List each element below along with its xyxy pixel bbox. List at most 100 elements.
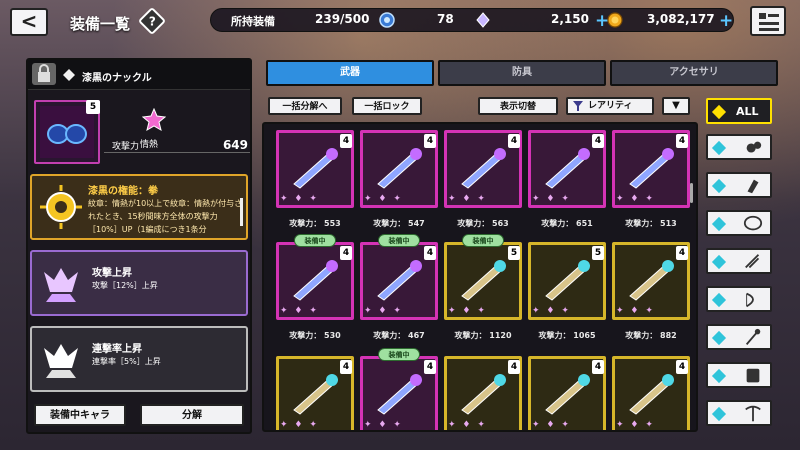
filter-pickaxe-button[interactable]: [706, 400, 772, 426]
grid-scrollbar[interactable]: [690, 183, 693, 203]
crystal-currency-value: 2,150: [551, 12, 589, 26]
equipment-level-badge: 4: [676, 246, 688, 260]
passion-emblem-icon: [142, 108, 166, 132]
bulk-disassemble-button[interactable]: 一括分解へ: [268, 97, 342, 115]
equipment-card[interactable]: 4 ✦ ♦ ✦: [528, 130, 606, 208]
equipment-level-badge: 4: [508, 134, 520, 148]
emblem-icons: ✦ ♦ ✦: [280, 194, 319, 204]
skill-title: 漆黒の権能：拳: [88, 186, 158, 197]
skill-card-combo-up[interactable]: 連撃率上昇 連撃率［5%］上昇: [30, 326, 248, 392]
item-detail-header: 漆黒のナックル: [28, 60, 250, 90]
skill-description: 紋章：情熱が10以上で紋章：情熱が付与されたとき、15秒間味方全体の攻撃力［10…: [88, 199, 243, 234]
menu-button[interactable]: [750, 6, 786, 36]
filter-knuckle-button[interactable]: [706, 134, 772, 160]
crystal-currency-icon: [476, 12, 490, 28]
equipped-character-button[interactable]: 装備中キャラ: [34, 404, 126, 426]
equipment-card[interactable]: 4 ✦ ♦ ✦: [612, 130, 690, 208]
skill-card-primary[interactable]: 漆黒の権能：拳 紋章：情熱が10以上で紋章：情熱が付与されたとき、15秒間味方全…: [30, 174, 248, 240]
weapon-icon: [545, 374, 590, 415]
weapon-icon: [545, 260, 590, 301]
equipment-attack-value: 攻撃力： 563: [457, 219, 509, 228]
back-button[interactable]: <: [10, 8, 48, 36]
sort-order-button[interactable]: ▼: [662, 97, 690, 115]
skill-description: 連撃率［5%］上昇: [92, 357, 161, 366]
equipment-card[interactable]: 4 ✦ ♦ ✦ 装備中: [360, 234, 438, 320]
equipment-card[interactable]: 4 ✦ ♦ ✦: [444, 356, 522, 430]
diamond-icon: [711, 254, 727, 270]
equipment-card[interactable]: 4 ✦ ♦ ✦ 装備中: [276, 234, 354, 320]
equipped-badge: 装備中: [378, 348, 420, 361]
filter-staff-button[interactable]: [706, 324, 772, 350]
emblem-icons: ✦ ♦ ✦: [532, 194, 571, 204]
sort-select[interactable]: レアリティ: [566, 97, 654, 115]
help-icon-glyph: ?: [148, 14, 156, 28]
equipment-attack-value: 攻撃力： 467: [373, 331, 425, 340]
weapon-icon: [545, 148, 590, 189]
crown-pedestal-icon: [44, 344, 78, 378]
skill-card-attack-up[interactable]: 攻撃上昇 攻撃［12%］上昇: [30, 250, 248, 316]
knuckle-icon: [47, 124, 87, 144]
equipment-card[interactable]: 4 ✦ ♦ ✦: [612, 356, 690, 430]
filter-all-label: ALL: [736, 105, 759, 118]
equipment-card[interactable]: 4 ✦ ♦ ✦ 装備中: [360, 348, 438, 430]
emblem-icons: ✦ ♦ ✦: [616, 306, 655, 316]
shield-icon: [743, 215, 763, 231]
bulk-lock-button[interactable]: 一括ロック: [352, 97, 422, 115]
equipment-card[interactable]: 5 ✦ ♦ ✦ 装備中: [444, 234, 522, 320]
equipment-level-badge: 4: [424, 134, 436, 148]
filter-bow-button[interactable]: [706, 286, 772, 312]
gold-coin-value: 3,082,177: [647, 12, 715, 26]
bow-icon: [746, 292, 754, 308]
equipment-attack-value: 攻撃力： 1065: [538, 331, 596, 340]
attack-row: 攻撃力 649: [104, 138, 250, 152]
disassemble-button[interactable]: 分解: [140, 404, 244, 426]
equipment-card[interactable]: 4 ✦ ♦ ✦: [444, 130, 522, 208]
tab-weapon[interactable]: 武器: [266, 60, 434, 86]
weapon-icon: [293, 148, 338, 189]
orb-currency-value: 78: [437, 12, 454, 26]
attack-value: 649: [222, 138, 248, 152]
item-thumbnail: 5: [34, 100, 100, 164]
weapon-icon: [461, 374, 506, 415]
tab-accessory[interactable]: アクセサリ: [610, 60, 778, 86]
equipment-level-badge: 4: [340, 360, 352, 374]
filter-tome-button[interactable]: [706, 362, 772, 388]
filter-shield-button[interactable]: [706, 210, 772, 236]
skill-scrollbar[interactable]: [240, 198, 243, 226]
diamond-icon: [711, 104, 727, 120]
diamond-icon: [711, 330, 727, 346]
resource-bar: 所持装備 239/500 78 2,150 + 3,082,177 +: [210, 8, 734, 32]
lock-glyph: [38, 64, 50, 82]
gold-add-button[interactable]: +: [719, 11, 733, 31]
equipment-card[interactable]: 5 ✦ ♦ ✦: [528, 242, 606, 320]
skill-title: 連撃率上昇: [92, 344, 142, 355]
sun-emblem-icon: [40, 185, 82, 229]
emblem-icons: ✦ ♦ ✦: [364, 306, 403, 316]
equipment-card[interactable]: 4 ✦ ♦ ✦: [360, 130, 438, 208]
equipment-card[interactable]: 4 ✦ ♦ ✦: [276, 130, 354, 208]
crown-pedestal-icon: [44, 268, 78, 302]
equipment-attack-value: 攻撃力： 513: [625, 219, 677, 228]
knuckle-icon: [746, 141, 762, 153]
equipment-card[interactable]: 4 ✦ ♦ ✦: [528, 356, 606, 430]
weapon-icon: [377, 260, 422, 301]
lock-icon[interactable]: [32, 63, 56, 85]
equipment-level-badge: 4: [424, 246, 436, 260]
filter-claw-button[interactable]: [706, 248, 772, 274]
equipped-badge: 装備中: [462, 234, 504, 247]
tab-armor[interactable]: 防具: [438, 60, 606, 86]
filter-flask-button[interactable]: [706, 172, 772, 198]
toggle-display-button[interactable]: 表示切替: [478, 97, 558, 115]
filter-all-button[interactable]: ALL: [706, 98, 772, 124]
rarity-gem-icon: [63, 69, 75, 81]
emblem-icons: ✦ ♦ ✦: [280, 306, 319, 316]
item-detail-panel: 漆黒のナックル 5 情熱 攻撃力 649 漆黒の権能：拳 紋章：情熱が10以上で…: [26, 58, 252, 434]
help-icon[interactable]: ?: [137, 6, 167, 36]
owned-equipment-label: 所持装備: [231, 15, 275, 28]
equipment-attack-value: 攻撃力： 882: [625, 331, 677, 340]
emblem-icons: ✦ ♦ ✦: [448, 420, 487, 430]
equipment-card[interactable]: 4 ✦ ♦ ✦: [612, 242, 690, 320]
diamond-icon: [711, 406, 727, 422]
emblem-icons: ✦ ♦ ✦: [280, 420, 319, 430]
equipment-card[interactable]: 4 ✦ ♦ ✦: [276, 356, 354, 430]
